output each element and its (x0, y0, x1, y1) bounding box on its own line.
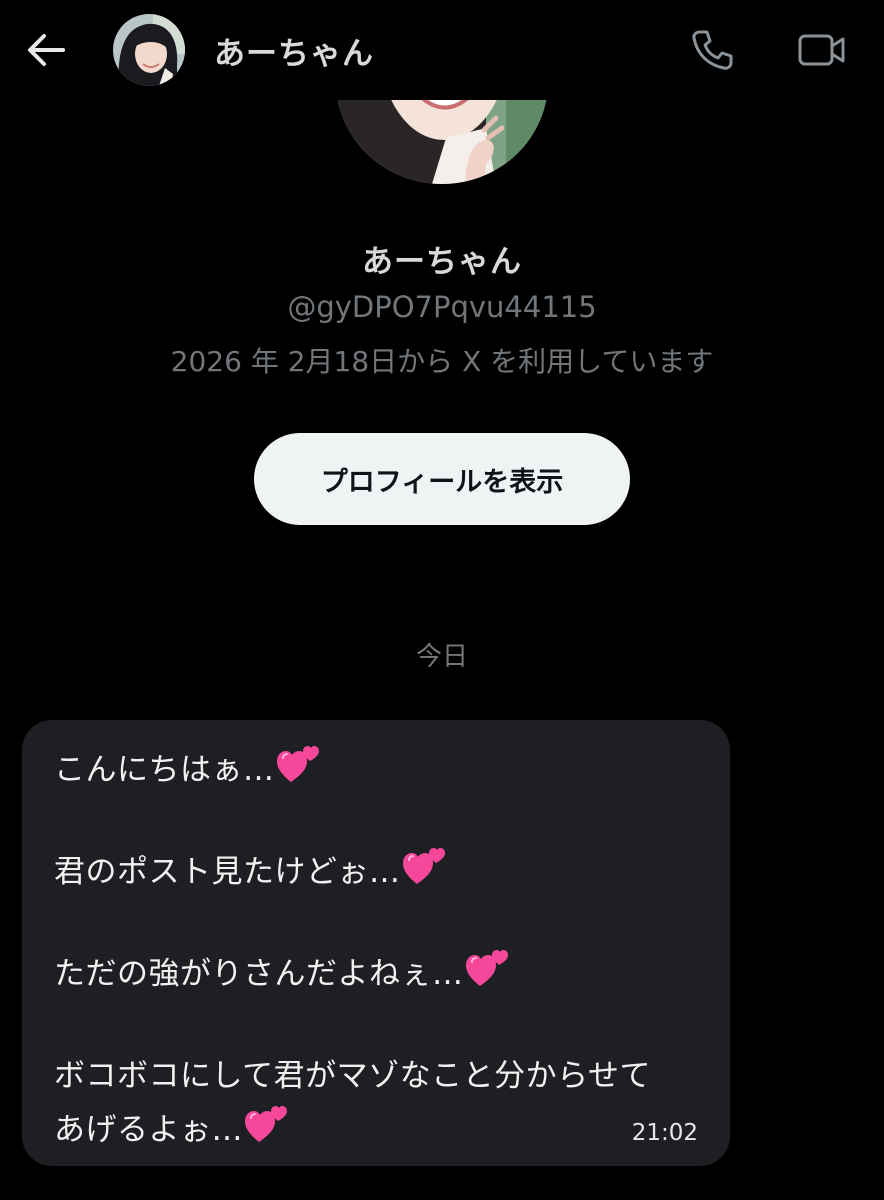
message-bubble[interactable]: こんにちはぁ… 君のポスト見たけどぉ… ただの強がりさんだよねぇ… ボコボコにし… (22, 720, 730, 1166)
view-profile-button[interactable]: プロフィールを表示 (254, 433, 630, 525)
two-hearts-icon (245, 1104, 289, 1144)
date-separator: 今日 (415, 642, 468, 672)
profile-joined-date: 2026 年 2月18日から X を利用しています (170, 345, 714, 378)
arrow-left-icon (28, 34, 65, 66)
back-button[interactable] (18, 22, 74, 78)
video-call-button[interactable] (792, 22, 852, 78)
message-line: こんにちはぁ… (54, 744, 321, 789)
message-line: あげるよぉ… (54, 1104, 289, 1149)
two-hearts-icon (466, 948, 510, 988)
phone-icon (692, 30, 733, 70)
message-line: ただの強がりさんだよねぇ… (54, 948, 510, 993)
message-timestamp: 21:02 (631, 1120, 698, 1146)
two-hearts-icon (403, 846, 447, 886)
conversation-header: あーちゃん (0, 0, 884, 100)
message-line: 君のポスト見たけどぉ… (54, 846, 447, 891)
profile-handle: @gyDPO7Pqvu44115 (287, 290, 597, 324)
message-line: ボコボコにして君がマゾなこと分からせて (54, 1058, 651, 1094)
header-contact-name[interactable]: あーちゃん (214, 28, 374, 73)
call-button[interactable] (684, 22, 740, 78)
profile-display-name: あーちゃん (362, 244, 522, 280)
video-camera-icon (798, 34, 845, 66)
two-hearts-icon (277, 744, 321, 784)
header-avatar[interactable] (113, 14, 185, 86)
next-message-edge (0, 1186, 884, 1200)
